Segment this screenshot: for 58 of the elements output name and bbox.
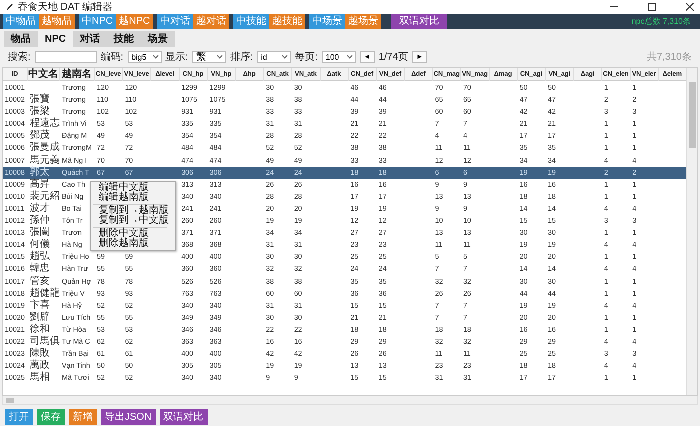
sort-select[interactable]: id [257, 51, 292, 63]
table-cell-text: 孫仲 [29, 215, 51, 227]
menu-item[interactable]: 复制到→越南版 [91, 206, 169, 216]
window-title: 吞食天地 DAT 编辑器 [18, 0, 114, 14]
tab[interactable]: 场景 [141, 31, 176, 47]
menu-item[interactable]: 复制到→中文版 [91, 216, 169, 226]
display-select[interactable]: 繁 [192, 51, 226, 63]
encoding-label: 编码: [100, 50, 124, 64]
horizontal-scrollbar[interactable] [2, 396, 698, 405]
search-field[interactable] [34, 51, 97, 63]
table-cell-text: 陳敗 [29, 348, 51, 360]
tab[interactable]: 对话 [73, 31, 108, 47]
menu-item[interactable]: 编辑越南版 [91, 193, 149, 203]
page-size-label: 每页: [295, 51, 318, 64]
menu-item[interactable]: 删除中文版 [91, 229, 149, 239]
table-cell-text: 韓忠 [29, 263, 51, 276]
table-cell-text: 趙健龍 [29, 288, 60, 300]
table-cell-text: 波才 [29, 202, 51, 215]
table-cell-text: 張梁 [29, 106, 51, 118]
column-header[interactable]: 中文名 [28, 68, 60, 81]
table-cell-text: 馬元義 [29, 154, 60, 166]
table-cell-text: 萬政 [29, 360, 51, 372]
table-cell-text: 張闓 [29, 227, 51, 239]
action-button[interactable]: 导出JSON [101, 409, 156, 425]
table-cell-text: 鄧茂 [29, 130, 50, 142]
table-cell-text: 趙弘 [29, 251, 51, 262]
action-button[interactable]: 双语对比 [160, 409, 208, 425]
table-cell-text: 何儀 [29, 239, 51, 250]
page-size-select[interactable]: 100 [322, 51, 356, 63]
menu-item[interactable]: 删除越南版 [91, 239, 149, 249]
sort-label: 排序: [230, 50, 254, 64]
table-cell-text: 劉辟 [29, 312, 51, 324]
vertical-scrollbar[interactable] [686, 68, 697, 395]
table-cell-text: 高昇 [29, 178, 51, 190]
menu-item[interactable]: 编辑中文版 [91, 183, 149, 193]
search-label: 搜索: [8, 50, 31, 64]
table-cell-text: 徐和 [29, 324, 51, 336]
tab[interactable]: 技能 [107, 31, 142, 47]
tab[interactable]: 物品 [4, 31, 38, 47]
pen-icon [6, 2, 14, 12]
encoding-select[interactable]: big5 [128, 51, 162, 63]
table-cell-text: 郭太 [29, 166, 51, 178]
close-icon[interactable] [686, 3, 694, 11]
table-cell-text: 司馬俱 [29, 336, 60, 348]
table-cell-text: 張寶 [29, 94, 51, 106]
display-label: 显示: [166, 51, 188, 64]
column-header[interactable]: 越南名 [60, 68, 95, 81]
total-count: 共7,310条 [646, 50, 693, 64]
table-cell-text: 張曼成 [29, 142, 60, 155]
table-cell-text: 卞喜 [29, 300, 51, 312]
table-cell-text: 馬相 [29, 372, 51, 384]
table-cell-text: 裴元紹 [29, 190, 60, 202]
maximize-icon[interactable] [648, 3, 656, 11]
page-indicator: 1/74页 [378, 51, 408, 64]
record-count: npc总数 7,310条 [632, 16, 692, 27]
table-cell-text: 程遠志 [29, 118, 60, 130]
file-button[interactable]: 双语对比 [391, 14, 448, 29]
table-cell-text: 管亥 [29, 276, 51, 288]
